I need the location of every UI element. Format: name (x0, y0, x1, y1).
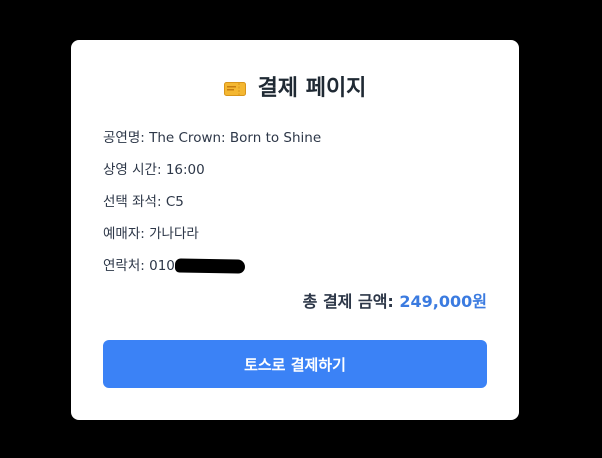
detail-value: 16:00 (165, 162, 205, 178)
detail-value: The Crown: Born to Shine (149, 130, 322, 146)
total-amount: 249,000원 (399, 292, 487, 311)
detail-label: 선택 좌석 (103, 194, 157, 210)
page-title: 결제 페이지 (257, 76, 367, 101)
page-title-row: 결제 페이지 (71, 74, 519, 104)
toss-pay-button[interactable]: 토스로 결제하기 (103, 340, 487, 388)
detail-seat: 선택 좌석: C5 (103, 192, 487, 224)
detail-time: 상영 시간: 16:00 (103, 160, 487, 192)
detail-separator: : (156, 162, 166, 178)
payment-card: 결제 페이지 공연명: The Crown: Born to Shine 상영 … (71, 40, 519, 420)
detail-label: 공연명 (103, 130, 141, 146)
detail-label: 상영 시간 (103, 162, 157, 178)
booking-details: 공연명: The Crown: Born to Shine 상영 시간: 16:… (103, 128, 487, 288)
detail-value: 010 (149, 258, 175, 274)
total-label: 총 결제 금액: (302, 292, 400, 311)
detail-separator: : (140, 258, 150, 274)
detail-contact: 연락처: 010 (103, 256, 487, 288)
detail-value: 가나다라 (149, 226, 199, 242)
detail-value: C5 (165, 194, 184, 210)
ticket-icon (223, 82, 246, 96)
detail-separator: : (140, 226, 150, 242)
detail-separator: : (156, 194, 166, 210)
detail-show: 공연명: The Crown: Born to Shine (103, 128, 487, 160)
detail-label: 연락처 (103, 258, 141, 274)
detail-separator: : (140, 130, 150, 146)
redaction-mark (174, 258, 246, 274)
detail-buyer: 예매자: 가나다라 (103, 224, 487, 256)
detail-label: 예매자 (103, 226, 141, 242)
total-amount-row: 총 결제 금액: 249,000원 (303, 290, 487, 314)
